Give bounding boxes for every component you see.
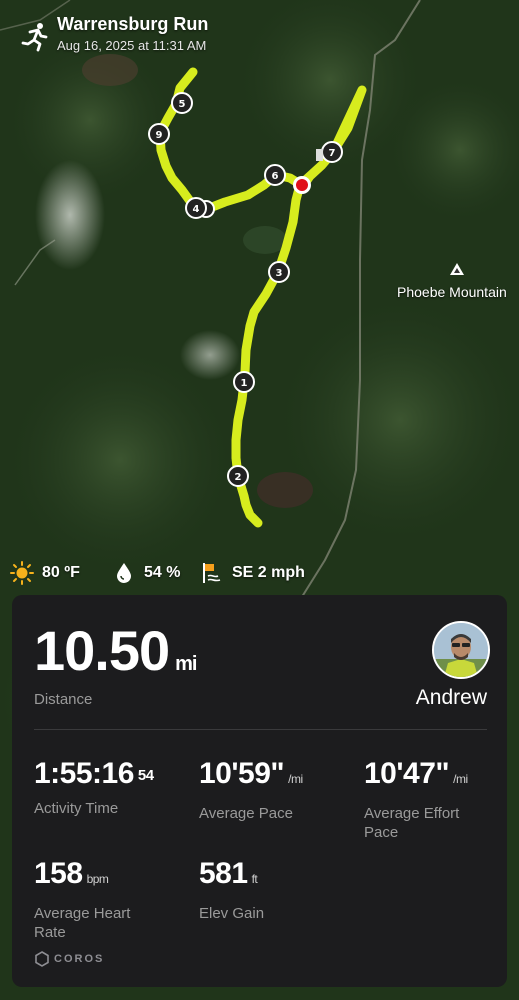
- stat-activity-time: 1:55:16 54 Activity Time: [34, 757, 154, 818]
- wind-flag-icon: [203, 563, 221, 583]
- user-photo: [434, 623, 488, 677]
- lap-marker-7[interactable]: 7: [321, 141, 343, 163]
- stat-label: Average Effort Pace: [364, 805, 460, 841]
- stat-unit: bpm: [86, 872, 109, 886]
- lap-marker-1[interactable]: 1: [233, 371, 255, 393]
- coros-logo: COROS: [34, 951, 104, 967]
- svg-text:7: 7: [329, 148, 336, 159]
- distance-value-row: 10.50 mi: [34, 619, 198, 694]
- svg-text:5: 5: [179, 99, 186, 110]
- stat-elev-gain: 581 ft Elev Gain: [199, 857, 264, 923]
- lap-marker-9[interactable]: 9: [148, 123, 170, 145]
- wind-item: SE 2 mph: [200, 560, 305, 586]
- stat-value: 10'59": [199, 757, 285, 790]
- stat-fraction: 54: [137, 767, 154, 784]
- start-marker: [293, 176, 311, 194]
- activity-summary-card: 10.50 mi Distance Andrew 1:55:16 54 Activi…: [12, 595, 507, 987]
- stat-average-heart-rate: 158 bpm Average Heart Rate: [34, 857, 144, 942]
- lap-marker-2[interactable]: 2: [227, 465, 249, 487]
- humidity-item: 54 %: [112, 560, 180, 586]
- mountain-peak-icon: [450, 263, 464, 275]
- activity-date: Aug 16, 2025 at 11:31 AM: [57, 38, 207, 53]
- running-person-icon: [21, 23, 48, 52]
- stat-unit: ft: [251, 872, 258, 886]
- stat-value: 10'47": [364, 757, 450, 790]
- lap-marker-3[interactable]: 3: [268, 261, 290, 283]
- stat-label: Activity Time: [34, 800, 119, 817]
- sun-icon: [10, 561, 34, 585]
- humidity-value: 54 %: [144, 564, 181, 581]
- lap-marker-4[interactable]: 4: [185, 197, 215, 219]
- temperature-item: 80 ºF: [10, 560, 80, 586]
- svg-text:3: 3: [276, 268, 283, 279]
- brand-name: COROS: [54, 953, 105, 965]
- lap-marker-6[interactable]: 6: [264, 164, 286, 186]
- end-flag-icon: [316, 149, 323, 161]
- poi-name: Phoebe Mountain: [397, 284, 507, 300]
- stat-label: Elev Gain: [199, 905, 265, 922]
- stat-unit: /mi: [453, 772, 468, 786]
- wind-value: SE 2 mph: [232, 564, 305, 581]
- lap-marker-5[interactable]: 5: [171, 92, 193, 114]
- svg-text:4: 4: [193, 204, 200, 215]
- stat-value: 581: [199, 857, 248, 890]
- stat-value: 158: [34, 857, 83, 890]
- user-name: Andrew: [415, 686, 487, 709]
- stat-value: 1:55:16: [34, 757, 134, 790]
- stat-label: Average Pace: [199, 805, 293, 822]
- divider: [34, 729, 487, 730]
- svg-text:9: 9: [156, 130, 163, 141]
- avatar[interactable]: [432, 621, 490, 679]
- activity-title: Warrensburg Run: [57, 14, 209, 34]
- svg-text:2: 2: [235, 472, 242, 483]
- stat-label: Average Heart Rate: [34, 905, 131, 941]
- svg-text:6: 6: [272, 171, 279, 182]
- stat-unit: /mi: [288, 772, 303, 786]
- svg-text:1: 1: [241, 378, 248, 389]
- distance-label: Distance: [34, 691, 93, 708]
- distance-unit: mi: [175, 653, 197, 675]
- stat-average-pace: 10'59"/mi Average Pace: [199, 757, 303, 823]
- stat-average-effort-pace: 10'47"/mi Average Effort Pace: [364, 757, 484, 842]
- water-drop-icon: [117, 563, 131, 583]
- distance-value: 10.50: [34, 619, 170, 682]
- temperature-value: 80 ºF: [42, 564, 80, 581]
- coros-logo-icon: [35, 951, 49, 967]
